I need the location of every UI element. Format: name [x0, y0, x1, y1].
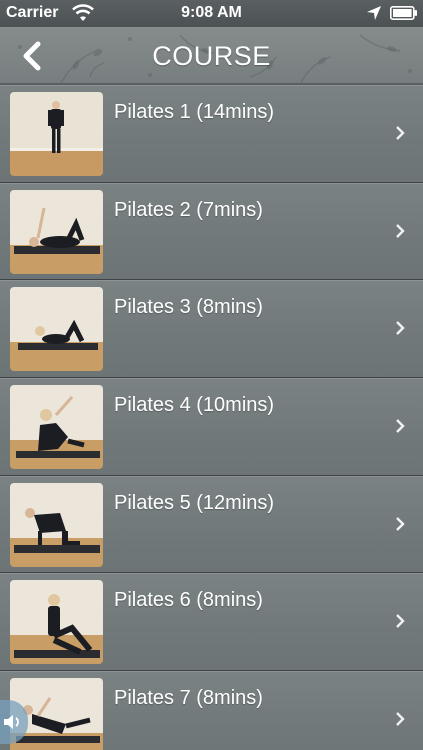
- course-title: Pilates 5 (12mins): [114, 491, 275, 514]
- clock-time: 9:08 AM: [181, 4, 242, 21]
- navigation-bar: COURSE: [0, 27, 423, 85]
- course-row-pilates-4[interactable]: Pilates 4 (10mins): [0, 378, 423, 476]
- course-title: Pilates 3 (8mins): [114, 296, 263, 319]
- course-thumbnail: [10, 385, 103, 470]
- course-list: Pilates 1 (14mins) Pilates 2 (7mins) Pil…: [0, 85, 423, 750]
- location-arrow-icon: [367, 6, 381, 20]
- chevron-right-icon: [396, 223, 405, 238]
- course-row-pilates-3[interactable]: Pilates 3 (8mins): [0, 280, 423, 379]
- course-title: Pilates 7 (8mins): [114, 687, 263, 710]
- speaker-icon: [4, 715, 19, 729]
- chevron-right-icon: [396, 614, 405, 629]
- course-title: Pilates 6 (8mins): [114, 589, 263, 612]
- course-thumbnail: [10, 287, 103, 372]
- battery-icon: [390, 6, 417, 20]
- course-title: Pilates 1 (14mins): [114, 101, 275, 123]
- course-row-pilates-2[interactable]: Pilates 2 (7mins): [0, 182, 423, 281]
- chevron-right-icon: [396, 419, 405, 433]
- course-thumbnail: [10, 92, 103, 176]
- course-thumbnail: [10, 580, 103, 665]
- course-row-pilates-1[interactable]: Pilates 1 (14mins): [0, 85, 423, 183]
- course-row-pilates-5[interactable]: Pilates 5 (12mins): [0, 475, 423, 574]
- chevron-right-icon: [396, 321, 405, 336]
- chevron-right-icon: [396, 126, 405, 140]
- chevron-right-icon: [396, 516, 405, 531]
- course-title: Pilates 4 (10mins): [114, 394, 275, 417]
- course-thumbnail: [10, 482, 103, 567]
- course-title: Pilates 2 (7mins): [114, 198, 263, 221]
- course-row-pilates-6[interactable]: Pilates 6 (8mins): [0, 573, 423, 672]
- page-title: COURSE: [152, 41, 271, 71]
- status-bar: Carrier 9:08 AM: [0, 0, 423, 27]
- course-row-pilates-7[interactable]: Pilates 7 (8mins): [0, 671, 423, 750]
- chevron-right-icon: [396, 712, 405, 726]
- course-thumbnail: [10, 189, 103, 274]
